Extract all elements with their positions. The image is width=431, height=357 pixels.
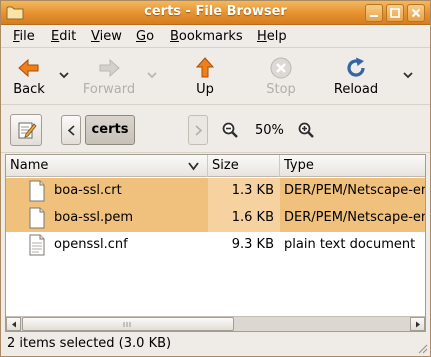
menu-go-mnemonic: G — [136, 29, 147, 44]
file-list[interactable]: Name Size Type boa-ssl.crt 1.3 KB DER/PE… — [5, 154, 426, 332]
menu-go[interactable]: Go — [136, 29, 154, 44]
chevron-left-icon — [67, 125, 75, 136]
file-type: DER/PEM/Netscape-encoded X.509 certifica… — [284, 210, 425, 225]
file-row-openssl-cnf[interactable]: openssl.cnf 9.3 KB plain text document — [6, 232, 425, 259]
file-name: boa-ssl.pem — [54, 210, 134, 225]
chevron-right-icon — [195, 125, 203, 136]
forward-history-chevron-down-icon[interactable] — [147, 71, 157, 79]
back-label: Back — [13, 82, 45, 97]
file-size: 1.6 KB — [208, 205, 280, 232]
menu-help-label: elp — [266, 29, 287, 44]
up-label: Up — [196, 82, 214, 97]
title-bar[interactable]: certs - File Browser — [1, 1, 430, 25]
back-history-chevron-down-icon[interactable] — [59, 71, 69, 79]
column-header-row: Name Size Type — [6, 155, 425, 177]
resize-grip-icon[interactable] — [416, 342, 428, 354]
status-bar: 2 items selected (3.0 KB) — [1, 334, 430, 356]
maximize-icon — [390, 8, 400, 18]
scrollbar-grip-icon — [123, 322, 131, 327]
file-browser-window: certs - File Browser File Edit View Go B… — [0, 0, 431, 357]
sort-descending-icon — [188, 162, 199, 171]
file-size: 1.3 KB — [208, 178, 280, 205]
menu-go-label: o — [146, 29, 155, 44]
path-scroll-left-button[interactable] — [61, 115, 81, 145]
menu-help-mnemonic: H — [257, 29, 267, 44]
back-button[interactable]: Back — [9, 53, 49, 101]
up-arrow-icon — [195, 57, 215, 78]
file-name: boa-ssl.crt — [54, 183, 122, 198]
location-bar: certs 50% — [1, 106, 430, 153]
certificate-file-icon — [29, 207, 45, 229]
column-header-size-label: Size — [212, 158, 239, 173]
scroll-right-button[interactable] — [410, 317, 425, 331]
path-scroll-right-button[interactable] — [188, 115, 208, 145]
zoom-out-icon[interactable] — [222, 122, 238, 138]
scroll-right-arrow-icon — [416, 321, 420, 328]
menu-bar: File Edit View Go Bookmarks Help — [1, 26, 430, 48]
menu-edit[interactable]: Edit — [51, 29, 76, 44]
zoom-in-icon[interactable] — [298, 122, 314, 138]
menu-bookmarks-label: ookmarks — [178, 29, 243, 44]
menu-bookmarks-mnemonic: B — [170, 29, 179, 44]
menu-bookmarks[interactable]: Bookmarks — [170, 29, 243, 44]
scrollbar-thumb[interactable] — [22, 317, 234, 331]
maximize-button[interactable] — [386, 4, 404, 22]
certificate-file-icon — [29, 180, 45, 202]
column-header-name-label: Name — [10, 158, 49, 173]
menu-help[interactable]: Help — [257, 29, 287, 44]
horizontal-scrollbar[interactable] — [6, 316, 425, 331]
toolbar-overflow-chevron-down-icon[interactable] — [403, 71, 413, 79]
minimize-button[interactable] — [365, 4, 383, 22]
menu-file[interactable]: File — [13, 29, 35, 44]
toggle-location-entry-button[interactable] — [10, 114, 42, 146]
reload-label: Reload — [333, 82, 379, 97]
stop-label: Stop — [266, 82, 296, 97]
up-button[interactable]: Up — [189, 53, 221, 101]
column-header-type-label: Type — [284, 158, 314, 173]
column-header-type[interactable]: Type — [280, 155, 425, 177]
column-header-size[interactable]: Size — [208, 155, 280, 177]
scroll-left-button[interactable] — [6, 317, 21, 331]
forward-button[interactable]: Forward — [81, 53, 137, 101]
stop-icon — [270, 57, 292, 79]
close-button[interactable] — [407, 4, 425, 22]
stop-button[interactable]: Stop — [261, 53, 301, 101]
menu-view[interactable]: View — [91, 29, 122, 44]
reload-button[interactable]: Reload — [332, 53, 380, 101]
minimize-icon — [370, 15, 378, 17]
forward-label: Forward — [82, 82, 136, 97]
close-icon — [411, 8, 421, 18]
file-type: DER/PEM/Netscape-encoded X.509 certifica… — [284, 183, 425, 198]
edit-location-icon — [18, 122, 37, 139]
file-size: 9.3 KB — [231, 237, 274, 252]
toolbar: Back Forward Up Stop Reload — [1, 49, 430, 105]
file-row-boa-ssl-pem[interactable]: boa-ssl.pem 1.6 KB DER/PEM/Netscape-enco… — [6, 205, 425, 232]
file-row-boa-ssl-crt[interactable]: boa-ssl.crt 1.3 KB DER/PEM/Netscape-enco… — [6, 178, 425, 205]
text-file-icon — [29, 234, 45, 256]
file-type: plain text document — [284, 237, 416, 252]
column-header-name[interactable]: Name — [6, 155, 208, 177]
menu-view-label: iew — [99, 29, 122, 44]
zoom-level[interactable]: 50% — [255, 123, 284, 138]
file-name: openssl.cnf — [54, 237, 128, 252]
menu-edit-mnemonic: E — [51, 29, 60, 44]
path-button-current[interactable]: certs — [85, 115, 135, 145]
scroll-left-arrow-icon — [12, 321, 16, 328]
reload-icon — [347, 57, 365, 77]
back-arrow-icon — [18, 58, 39, 78]
menu-file-label: ile — [19, 29, 35, 44]
forward-arrow-icon — [99, 58, 120, 78]
menu-view-mnemonic: V — [91, 29, 100, 44]
menu-edit-label: dit — [59, 29, 77, 44]
status-text: 2 items selected (3.0 KB) — [7, 336, 172, 351]
